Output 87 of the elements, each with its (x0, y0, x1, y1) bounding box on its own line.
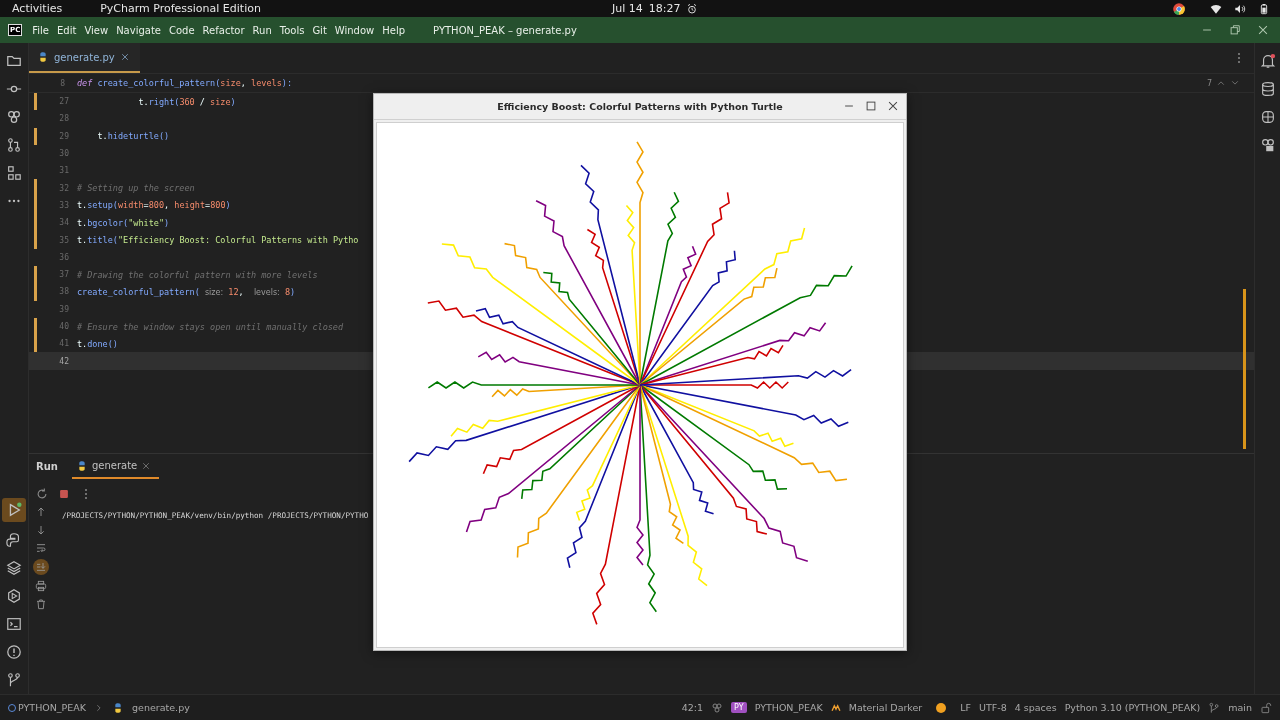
line-number: 31 (58, 166, 70, 176)
wifi-icon[interactable] (1210, 2, 1222, 15)
run-tab[interactable]: generate (71, 454, 160, 479)
code-line: t.done() (77, 338, 118, 349)
browser-icon[interactable] (1172, 1, 1186, 16)
menu-item[interactable]: View (84, 24, 109, 36)
time: 18:27 (648, 2, 681, 15)
layers-icon[interactable] (4, 558, 24, 578)
close-icon[interactable] (1256, 23, 1270, 37)
interpreter[interactable]: Python 3.10 (PYTHON_PEAK) (1064, 702, 1201, 713)
status-dot[interactable] (936, 702, 947, 713)
rerun-icon[interactable] (35, 487, 49, 501)
restore-icon[interactable] (1228, 23, 1242, 37)
wrap-icon[interactable] (34, 541, 48, 555)
code-line: t.right(360 / size) (137, 96, 236, 107)
code-line: # Drawing the colorful pattern with more levels (77, 269, 318, 280)
print-icon[interactable] (34, 579, 48, 593)
trash-icon[interactable] (34, 597, 48, 611)
activities-button[interactable]: Activities (12, 2, 63, 15)
line-number: 38 (58, 287, 70, 297)
line-number: 35 (58, 235, 70, 245)
window-title: Efficiency Boost: Colorful Patterns with Python Turtle (497, 101, 783, 112)
line-number: 42 (58, 356, 70, 366)
app-name: PyCharm Professional Edition (100, 2, 261, 15)
maximize-icon[interactable] (864, 99, 878, 113)
close-icon[interactable] (119, 52, 130, 62)
menu-item[interactable]: Run (252, 24, 272, 36)
code-line: def create_colorful_pattern(size, levels): (77, 78, 292, 88)
line-number: 34 (58, 218, 70, 228)
menu-item[interactable]: File (32, 24, 49, 36)
branch-icon (1208, 701, 1221, 714)
close-icon[interactable] (141, 460, 152, 471)
line-number: 30 (58, 149, 70, 159)
run-icon[interactable] (2, 498, 26, 522)
theme-name[interactable]: Material Darker (848, 702, 923, 713)
date: Jul 14 (612, 2, 643, 15)
code-line: create_colorful_pattern( size: 12, levels: 8) (77, 286, 296, 297)
line-number: 36 (58, 252, 70, 262)
menu-item[interactable]: Git (312, 24, 327, 36)
code-line: t.bgcolor("white") (77, 217, 170, 228)
alarm-icon[interactable] (686, 2, 699, 15)
menu-item[interactable]: Edit (57, 24, 77, 36)
battery-icon[interactable] (1258, 2, 1270, 15)
indent-setting[interactable]: 4 spaces (1014, 702, 1057, 713)
code-line: t.setup(width=800, height=800) (77, 200, 231, 211)
line-number: 37 (58, 270, 70, 280)
project-badge: PY (731, 702, 747, 713)
caret-position[interactable]: 42:1 (681, 702, 704, 713)
line-number: 40 (58, 322, 70, 331)
problems-icon[interactable] (4, 642, 24, 662)
line-number: 41 (58, 339, 70, 349)
breadcrumb-item[interactable]: generate.py (132, 702, 190, 713)
stop-icon[interactable] (57, 487, 71, 501)
project-name[interactable]: PYTHON_PEAK (754, 702, 823, 713)
editor-tab[interactable]: generate.py (29, 43, 140, 73)
caret-up-icon[interactable] (1216, 78, 1226, 88)
python-file-icon (37, 51, 49, 63)
line-number: 39 (58, 304, 70, 314)
line-number: 27 (58, 97, 70, 107)
menu-item[interactable]: Tools (279, 24, 305, 36)
code-line: # Ensure the window stays open until manually closed (77, 321, 344, 332)
theme-icon (830, 702, 841, 713)
inspection-count[interactable]: 7 (1206, 78, 1212, 88)
menu-item[interactable]: Window (334, 24, 375, 36)
scroll-to-end-icon[interactable] (33, 559, 49, 575)
line-number: 8 (59, 78, 66, 88)
line-number: 28 (58, 114, 70, 124)
caret-down-icon[interactable] (1230, 78, 1240, 88)
breadcrumb-item[interactable]: PYTHON_PEAK (18, 702, 87, 713)
code-line: t.hideturtle() (96, 131, 170, 142)
line-number: 32 (58, 183, 70, 193)
code-line: # Setting up the screen (77, 183, 195, 194)
line-number: 33 (58, 200, 70, 210)
window-title: PYTHON_PEAK – generate.py (433, 24, 577, 36)
line-ending[interactable]: LF (960, 702, 972, 713)
git-branch[interactable]: main (1228, 702, 1252, 713)
menu-item[interactable]: Code (169, 24, 195, 36)
menu-item[interactable]: Navigate (116, 24, 161, 36)
volume-icon[interactable] (1234, 2, 1246, 15)
encoding[interactable]: UTF-8 (979, 702, 1007, 713)
line-number: 29 (58, 131, 70, 141)
panel-title: Run (36, 461, 58, 472)
menu-item[interactable]: Help (382, 24, 406, 36)
code-line: t.title("Efficiency Boost: Colorful Patterns with Pytho (77, 235, 359, 245)
lock-icon[interactable] (1260, 701, 1272, 714)
menu-item[interactable]: Refactor (202, 24, 245, 36)
close-icon[interactable] (886, 99, 900, 113)
